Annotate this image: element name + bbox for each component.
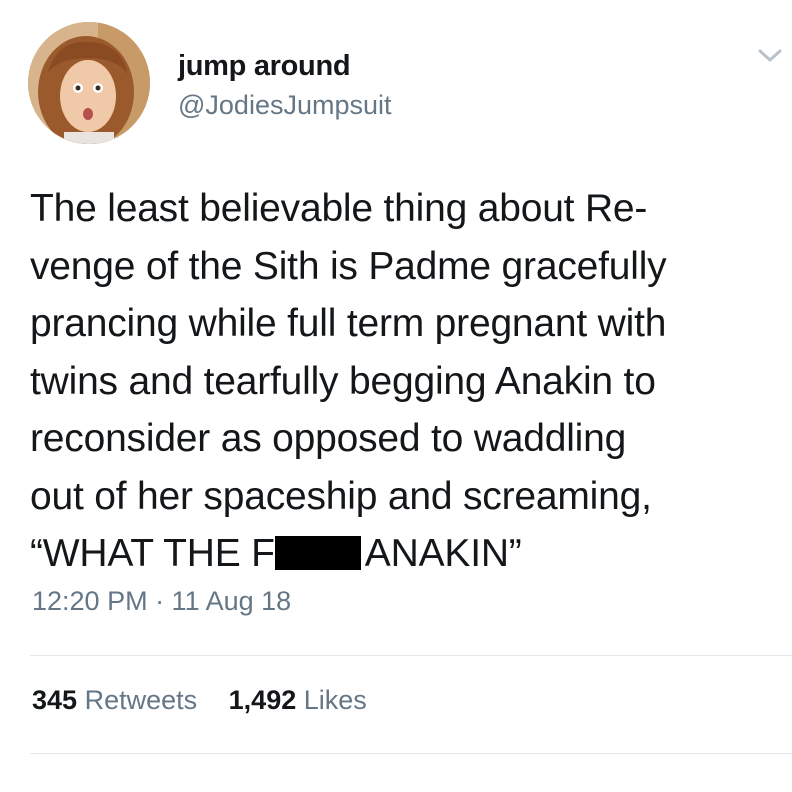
user-handle[interactable]: @JodiesJumpsuit xyxy=(178,90,392,121)
tweet-text-line: reconsider as opposed to waddling xyxy=(30,417,627,460)
retweets-count: 345 xyxy=(32,685,78,715)
tweet-stats: 345 Retweets 1,492 Likes xyxy=(32,685,391,716)
retweets-stat[interactable]: 345 Retweets xyxy=(32,685,197,715)
chevron-down-icon[interactable] xyxy=(752,40,788,70)
likes-count: 1,492 xyxy=(228,685,297,715)
tweet-text-line: twins and tearfully begging Anakin to xyxy=(30,359,656,403)
tweet-text-line: out of her spaceship and screaming, xyxy=(30,474,652,518)
display-name[interactable]: jump around xyxy=(178,50,351,83)
tweet-text-line: venge of the Sith is Padme gracefully xyxy=(30,244,667,288)
avatar[interactable] xyxy=(28,22,150,144)
tweet-card: jump around @JodiesJumpsuit The least be… xyxy=(0,0,792,792)
tweet-text-last-line: “WHAT THE F ANAKIN” xyxy=(30,525,780,583)
divider xyxy=(30,753,792,754)
likes-label: Likes xyxy=(303,685,367,715)
redaction-bar xyxy=(274,536,361,570)
likes-stat[interactable]: 1,492 Likes xyxy=(229,685,367,715)
tweet-text-line: prancing while full term pregnant with xyxy=(30,302,667,345)
divider xyxy=(30,655,792,656)
tweet-timestamp[interactable]: 12:20 PM · 11 Aug 18 xyxy=(32,586,291,617)
text-after-redaction: ANAKIN” xyxy=(364,532,522,575)
retweets-label: Retweets xyxy=(84,685,198,715)
text-before-redaction: “WHAT THE F xyxy=(30,532,275,575)
avatar-photo xyxy=(28,22,150,144)
tweet-text: The least believable thing about Re- ven… xyxy=(30,180,780,583)
tweet-text-line: The least believable thing about Re- xyxy=(30,187,648,230)
